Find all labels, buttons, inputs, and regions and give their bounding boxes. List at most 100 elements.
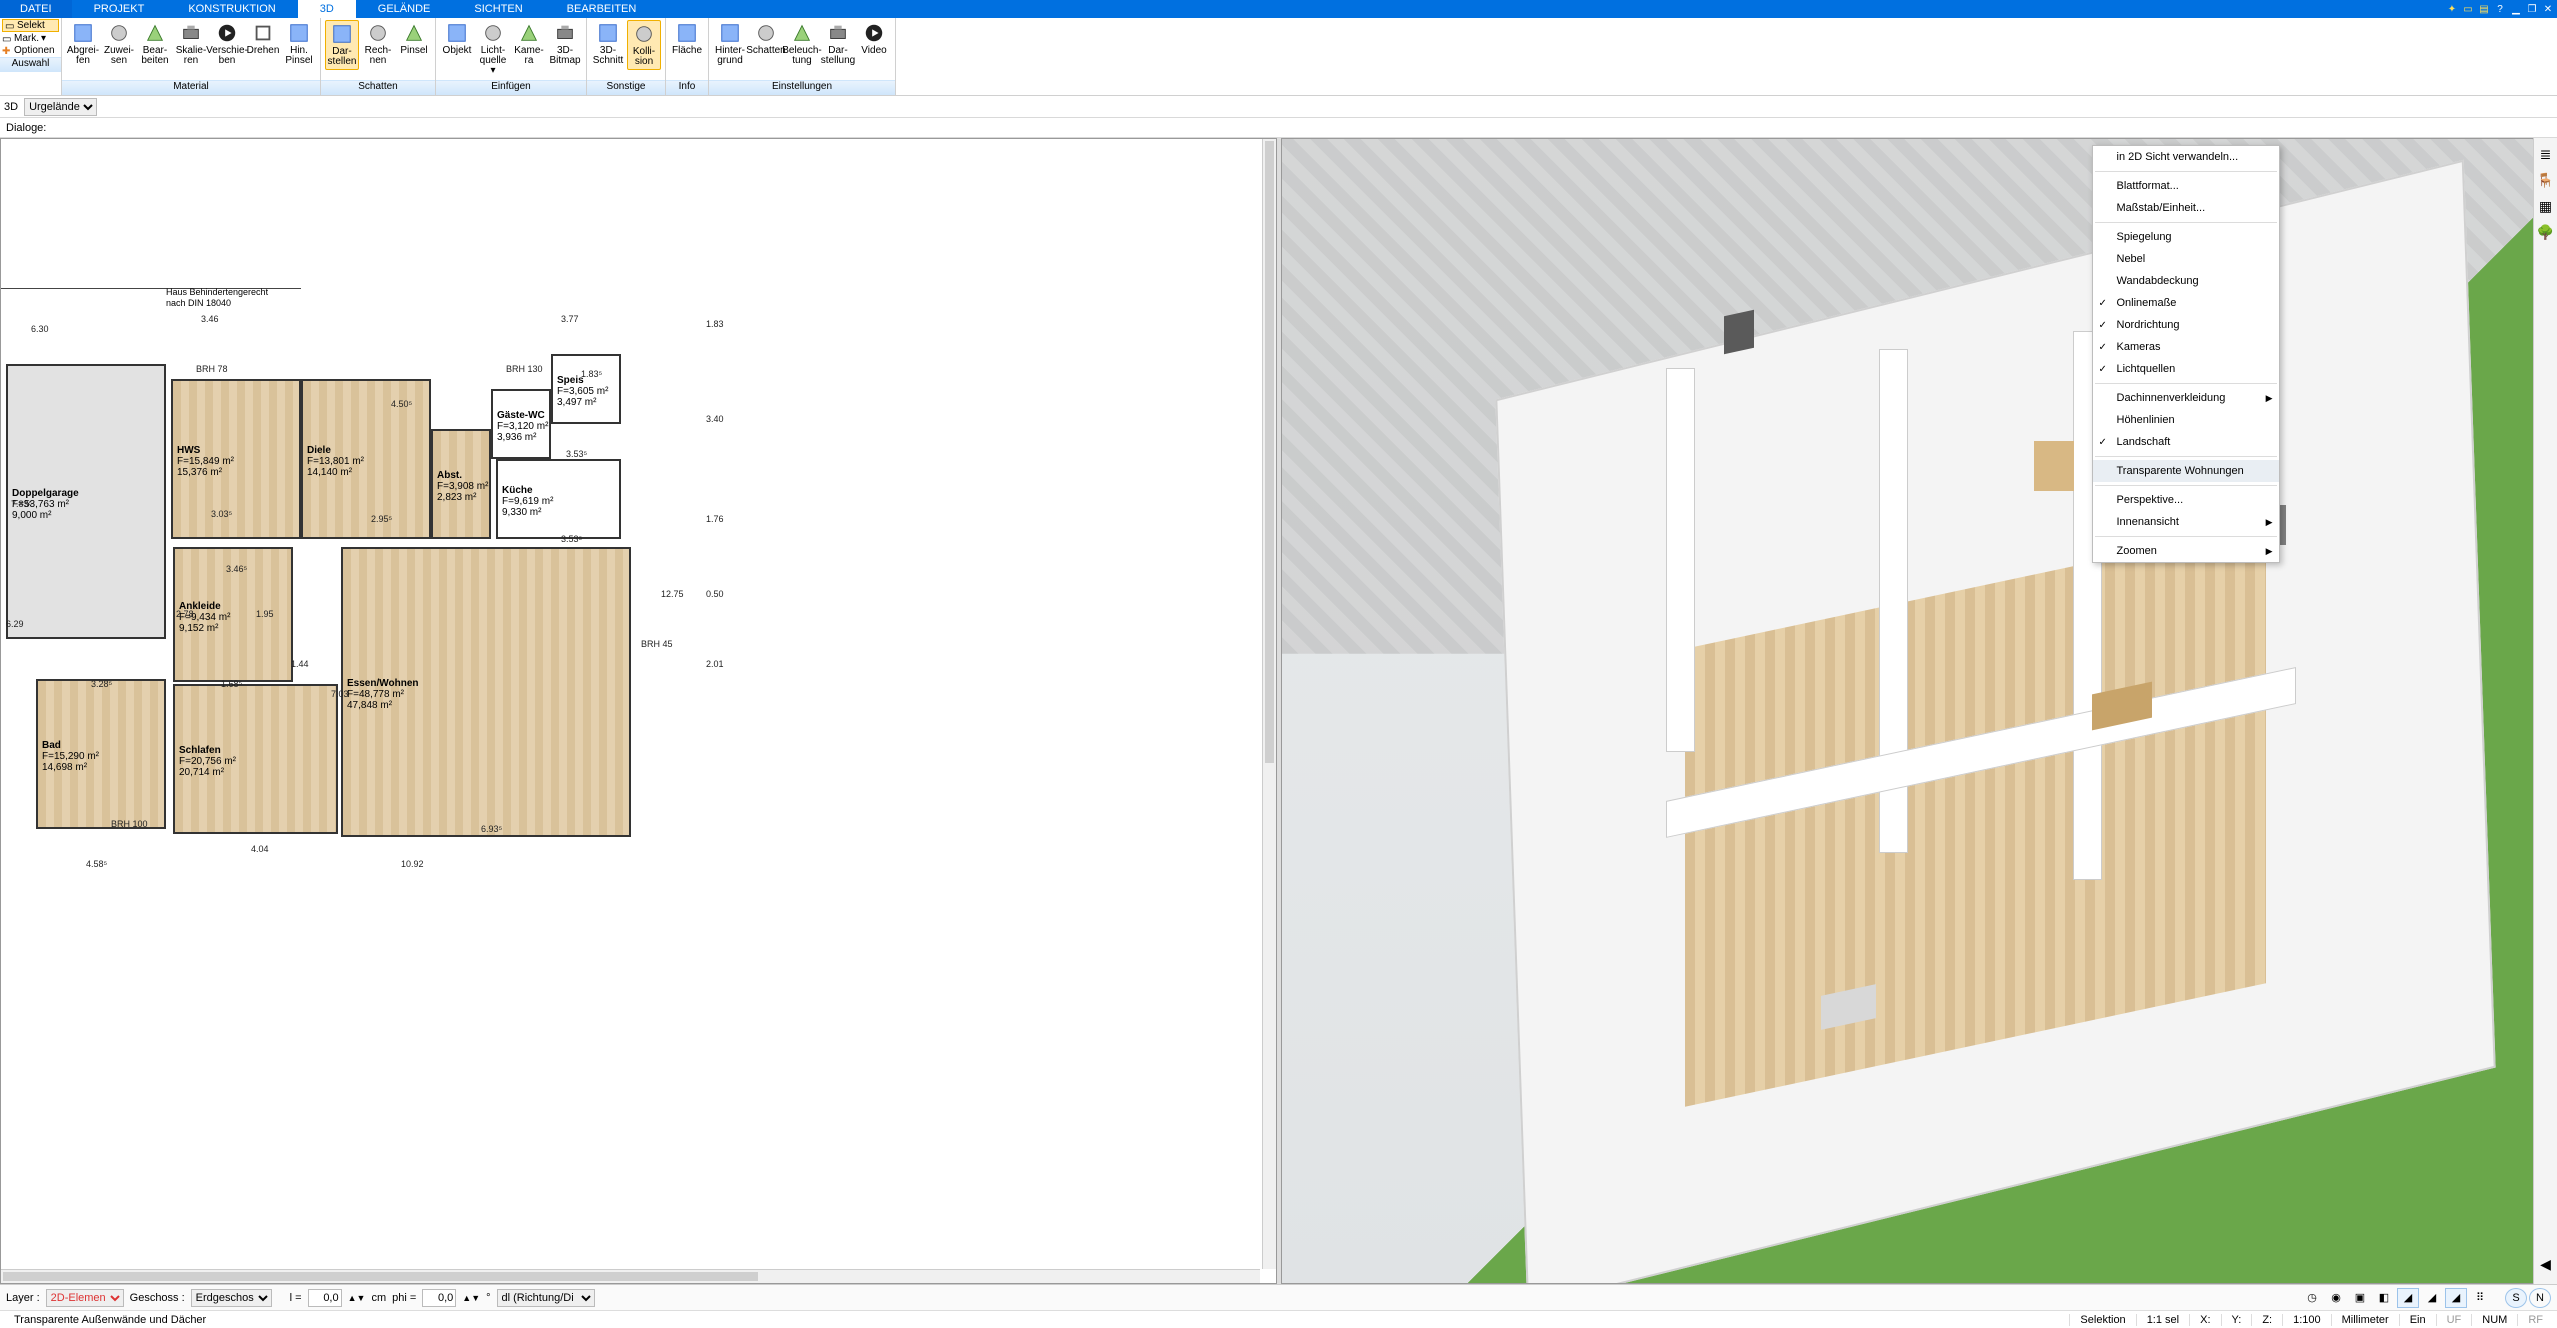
einfuegen-btn-label-2: Kame- ra: [514, 46, 543, 66]
grid-dot-icon[interactable]: ⠿: [2469, 1288, 2491, 1308]
ctx-item-5[interactable]: Spiegelung: [2093, 226, 2279, 248]
terrain-select[interactable]: Urgelände: [24, 98, 97, 116]
material-btn-4[interactable]: Verschie- ben: [210, 20, 244, 68]
schatten-btn-1[interactable]: Rech- nen: [361, 20, 395, 68]
menu-tab-sichten[interactable]: SICHTEN: [452, 0, 544, 18]
layer-select[interactable]: 2D-Elemen: [46, 1289, 124, 1307]
window-buttons: ✦ ▭ ▤ ? ▁ ❐ ✕: [2445, 0, 2557, 18]
screen-icon[interactable]: ▭: [2461, 2, 2475, 16]
chair-icon[interactable]: 🪑: [2536, 170, 2556, 190]
material-btn-icon-4: [214, 22, 240, 44]
material-btn-icon-0: [70, 22, 96, 44]
scrollbar-h-2d[interactable]: [1, 1269, 1260, 1283]
einfuegen-btn-1[interactable]: Licht- quelle ▾: [476, 20, 510, 78]
optionen-button[interactable]: ✚Optionen: [2, 45, 59, 56]
ctx-sep-12: [2095, 383, 2277, 384]
ctx-item-7[interactable]: Wandabdeckung: [2093, 270, 2279, 292]
menu-tab-3d[interactable]: 3D: [298, 0, 356, 18]
material-btn-6[interactable]: Hin. Pinsel: [282, 20, 316, 68]
material-btn-5[interactable]: Drehen: [246, 20, 280, 58]
einstellungen-btn-4[interactable]: Video: [857, 20, 891, 58]
ctx-item-10[interactable]: ✓Kameras: [2093, 336, 2279, 358]
dim-0: 6.30: [31, 324, 49, 334]
help-icon[interactable]: ?: [2493, 2, 2507, 16]
ctx-item-9[interactable]: ✓Nordrichtung: [2093, 314, 2279, 336]
l-input[interactable]: [308, 1289, 342, 1307]
ctx-label-15: Landschaft: [2117, 436, 2171, 448]
ctx-item-8[interactable]: ✓Onlinemaße: [2093, 292, 2279, 314]
minimize-icon[interactable]: ▁: [2509, 2, 2523, 16]
dim-10: 4.58⁵: [86, 859, 107, 869]
eye-icon[interactable]: ◉: [2325, 1288, 2347, 1308]
clock-icon[interactable]: ◷: [2301, 1288, 2323, 1308]
mode-n-icon[interactable]: N: [2529, 1288, 2551, 1308]
collapse-side-icon[interactable]: ◀: [2536, 1254, 2556, 1274]
info-btn-0[interactable]: Fläche: [670, 20, 704, 58]
mark-button[interactable]: ▭Mark. ▾: [2, 33, 59, 44]
ctx-item-13[interactable]: Dachinnenverkleidung▶: [2093, 387, 2279, 409]
context-menu[interactable]: in 2D Sicht verwandeln... Blattformat...M…: [2092, 145, 2280, 563]
filter1-icon[interactable]: ◢: [2397, 1288, 2419, 1308]
dim-18: 2.78: [176, 609, 194, 619]
restore-icon[interactable]: ❐: [2525, 2, 2539, 16]
ctx-item-6[interactable]: Nebel: [2093, 248, 2279, 270]
ctx-sep-16: [2095, 456, 2277, 457]
menu-tab-file[interactable]: DATEI: [0, 0, 72, 18]
selekt-button[interactable]: ▭Selekt: [2, 19, 59, 32]
wrench-icon[interactable]: ✦: [2445, 2, 2459, 16]
floor-plan[interactable]: Haus Behindertengerecht nach DIN 18040 W…: [1, 139, 1276, 1283]
dl-select[interactable]: dl (Richtung/Di: [497, 1289, 595, 1307]
view-3d[interactable]: in 2D Sicht verwandeln... Blattformat...M…: [1281, 138, 2557, 1284]
tree-icon[interactable]: 🌳: [2536, 222, 2556, 242]
camera-icon[interactable]: ▣: [2349, 1288, 2371, 1308]
material-btn-1[interactable]: Zuwei- sen: [102, 20, 136, 68]
folder-icon[interactable]: ▤: [2477, 2, 2491, 16]
einfuegen-btn-2[interactable]: Kame- ra: [512, 20, 546, 68]
ctx-item-3[interactable]: Maßstab/Einheit...: [2093, 197, 2279, 219]
menu-tab-konstruktion[interactable]: KONSTRUKTION: [166, 0, 297, 18]
room-label-9: Bad F=15,290 m² 14,698 m²: [42, 740, 99, 773]
ctx-item-19[interactable]: Perspektive...: [2093, 489, 2279, 511]
layers-icon[interactable]: ≣: [2536, 144, 2556, 164]
ctx-item-2[interactable]: Blattformat...: [2093, 175, 2279, 197]
side-tool-strip: ≣ 🪑 ▦ 🌳 ◀: [2533, 138, 2557, 1284]
schatten-btn-2[interactable]: Pinsel: [397, 20, 431, 58]
material-btn-0[interactable]: Abgrei- fen: [66, 20, 100, 68]
sonstige-btn-0[interactable]: 3D- Schnitt: [591, 20, 625, 68]
geschoss-select[interactable]: Erdgeschos: [191, 1289, 272, 1307]
ctx-item-0[interactable]: in 2D Sicht verwandeln...: [2093, 146, 2279, 168]
cube-icon[interactable]: ◧: [2373, 1288, 2395, 1308]
einfuegen-btn-0[interactable]: Objekt: [440, 20, 474, 58]
menu-tab-projekt[interactable]: PROJEKT: [72, 0, 167, 18]
close-icon[interactable]: ✕: [2541, 2, 2555, 16]
einstellungen-btn-3[interactable]: Dar- stellung: [821, 20, 855, 68]
einfuegen-btn-icon-2: [516, 22, 542, 44]
mode-s-icon[interactable]: S: [2505, 1288, 2527, 1308]
material-btn-2[interactable]: Bear- beiten: [138, 20, 172, 68]
filter3-icon[interactable]: ◢: [2445, 1288, 2467, 1308]
einstellungen-btn-0[interactable]: Hinter- grund: [713, 20, 747, 68]
ctx-item-11[interactable]: ✓Lichtquellen: [2093, 358, 2279, 380]
einstellungen-btn-2[interactable]: Beleuch- tung: [785, 20, 819, 68]
view-2d[interactable]: Haus Behindertengerecht nach DIN 18040 W…: [0, 138, 1277, 1284]
schatten-btn-0[interactable]: Dar- stellen: [325, 20, 359, 70]
ribbon-group-einstellungen: Hinter- grundSchattenBeleuch- tungDar- s…: [709, 18, 896, 95]
ctx-item-22[interactable]: Zoomen▶: [2093, 540, 2279, 562]
swatches-icon[interactable]: ▦: [2536, 196, 2556, 216]
menu-tab-bearbeiten[interactable]: BEARBEITEN: [545, 0, 659, 18]
scrollbar-v-2d[interactable]: [1262, 139, 1276, 1269]
ctx-item-14[interactable]: Höhenlinien: [2093, 409, 2279, 431]
ribbon-group-einfuegen: ObjektLicht- quelle ▾Kame- ra3D- Bitmap …: [436, 18, 587, 95]
dim-20: 7.83⁵: [11, 499, 32, 509]
ctx-item-15[interactable]: ✓Landschaft: [2093, 431, 2279, 453]
ctx-item-17[interactable]: Transparente Wohnungen: [2093, 460, 2279, 482]
filter2-icon[interactable]: ◢: [2421, 1288, 2443, 1308]
ctx-item-20[interactable]: Innenansicht▶: [2093, 511, 2279, 533]
einfuegen-btn-3[interactable]: 3D- Bitmap: [548, 20, 582, 68]
sonstige-btn-1[interactable]: Kolli- sion: [627, 20, 661, 70]
menu-tab-gelaende[interactable]: GELÄNDE: [356, 0, 453, 18]
scene-3d[interactable]: [1282, 139, 2557, 1283]
phi-input[interactable]: [422, 1289, 456, 1307]
einstellungen-btn-1[interactable]: Schatten: [749, 20, 783, 58]
material-btn-3[interactable]: Skalie- ren: [174, 20, 208, 68]
